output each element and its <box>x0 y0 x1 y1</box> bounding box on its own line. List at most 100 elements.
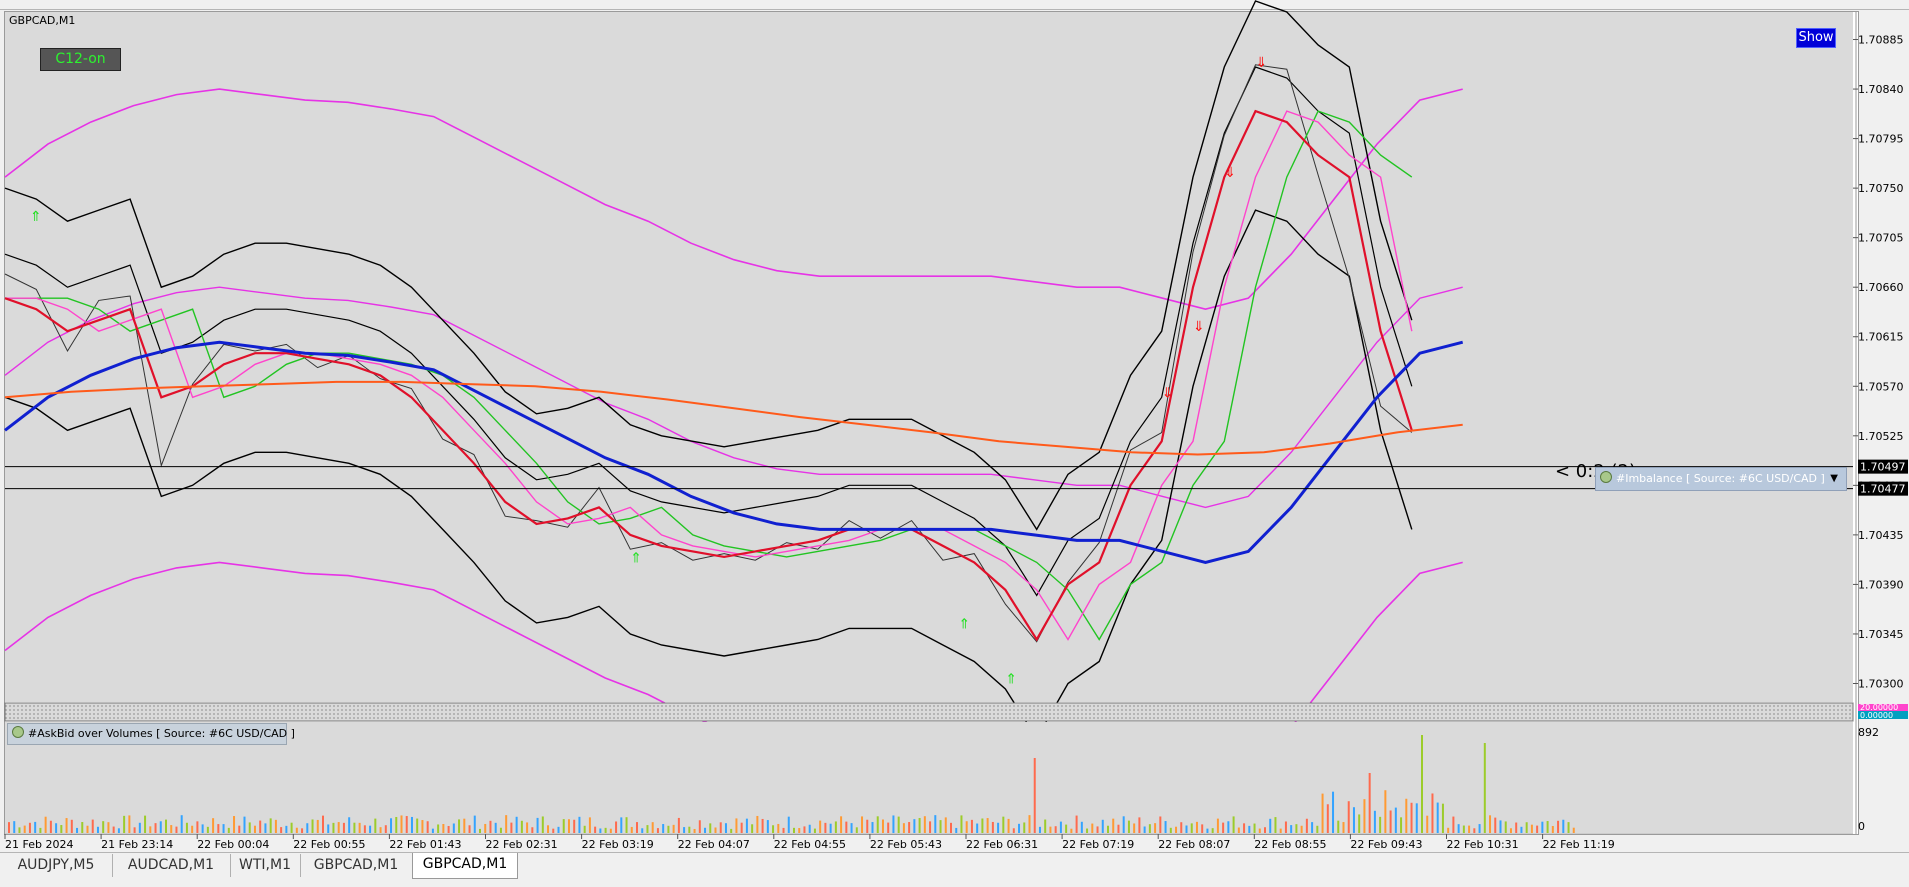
volume-bar <box>332 822 335 833</box>
volume-bar <box>923 816 926 833</box>
volume-bar <box>259 820 262 833</box>
tab-0[interactable]: AUDJPY,M5 <box>0 854 113 877</box>
volume-bar <box>756 815 759 833</box>
y-tick-label: 1.70525 <box>1858 430 1904 443</box>
volume-bar <box>1405 798 1408 833</box>
volume-bar <box>567 819 570 833</box>
c12-toggle-button[interactable]: C12-on <box>40 48 121 71</box>
volume-bar <box>1211 828 1214 833</box>
volume-bar <box>1190 823 1193 833</box>
volume-bar <box>212 818 215 833</box>
volume-bar <box>138 822 141 833</box>
sell-arrow-icon: ⇓ <box>1162 385 1174 401</box>
askbid-indicator-label[interactable]: #AskBid over Volumes [ Source: #6C USD/C… <box>7 723 295 745</box>
volume-bar <box>745 818 748 833</box>
volume-bar <box>667 825 670 833</box>
volume-bar <box>724 823 727 833</box>
volume-bar <box>34 821 37 833</box>
volume-scale-min: 0 <box>1858 820 1865 833</box>
volume-bar <box>154 823 157 833</box>
volume-bar <box>1468 825 1471 833</box>
x-tick-label: 22 Feb 04:55 <box>774 838 846 851</box>
volume-bar <box>196 821 199 833</box>
volume-bar <box>840 816 843 833</box>
x-tick-label: 22 Feb 11:19 <box>1543 838 1615 851</box>
imbalance-indicator-label[interactable]: #Imbalance [ Source: #6C USD/CAD ] ▼ <box>1595 467 1847 491</box>
volume-bar <box>1394 807 1397 833</box>
volume-bar <box>735 818 738 833</box>
tab-4-active[interactable]: GBPCAD,M1 <box>412 853 518 879</box>
price-chart[interactable]: ⇑ ⇑ ⇑ ⇑ ⇓ ⇓ ⇓ ⇓ 1.70885 1.70840 1.70795 1.70750 1.70… <box>0 0 1909 886</box>
volume-bar <box>1462 825 1465 833</box>
tab-2[interactable]: WTI,M1 <box>230 854 301 877</box>
tab-3[interactable]: GBPCAD,M1 <box>300 854 413 877</box>
volume-bar <box>133 827 136 833</box>
askbid-label-text: #AskBid over Volumes [ Source: #6C USD/C… <box>28 727 295 740</box>
volume-bar <box>1509 828 1512 833</box>
volume-bar <box>102 821 105 833</box>
volume-bar <box>390 818 393 833</box>
volume-bar <box>1368 773 1371 833</box>
tab-1[interactable]: AUDCAD,M1 <box>112 854 231 877</box>
volume-bar <box>672 824 675 833</box>
volume-bar <box>13 821 16 833</box>
volume-bar <box>285 825 288 833</box>
volume-bar <box>159 821 162 833</box>
volume-bar <box>1133 823 1136 833</box>
volume-bar <box>264 823 267 833</box>
volume-bar <box>515 816 518 833</box>
x-tick-label: 22 Feb 09:43 <box>1350 838 1422 851</box>
volume-bar <box>191 825 194 833</box>
volume-bar <box>1452 816 1455 833</box>
volume-bar <box>766 820 769 833</box>
volume-bar <box>1122 816 1125 833</box>
volume-bar <box>1253 823 1256 833</box>
dropdown-arrow-icon[interactable]: ▼ <box>1830 468 1838 490</box>
volume-bar <box>531 827 534 833</box>
volume-bar <box>494 822 497 833</box>
volume-bar <box>395 816 398 833</box>
volume-bar <box>751 824 754 833</box>
y-tick-label: 1.70840 <box>1858 83 1904 96</box>
volume-bar <box>1018 823 1021 833</box>
volume-bar <box>206 826 209 833</box>
volume-bar <box>950 822 952 833</box>
volume-bar <box>609 828 612 833</box>
volume-bar <box>233 816 236 833</box>
volume-bar <box>1499 820 1502 833</box>
volume-bar <box>651 822 654 833</box>
volume-bar <box>1070 828 1073 833</box>
volume-bar <box>269 818 272 833</box>
volume-bar <box>557 826 560 833</box>
volume-bar <box>1096 826 1099 833</box>
plot-background <box>5 12 1853 702</box>
sell-arrow-icon: ⇓ <box>1256 55 1268 71</box>
volume-bar <box>510 822 513 833</box>
volume-bar <box>222 824 225 833</box>
volume-bar <box>1431 793 1434 833</box>
volume-bar <box>1232 816 1235 833</box>
volume-bar <box>505 815 508 833</box>
volume-bar <box>547 825 550 833</box>
volume-bar <box>630 826 633 833</box>
volume-bar <box>1358 814 1361 833</box>
volume-bar <box>1410 802 1413 833</box>
volume-bar <box>1143 826 1146 833</box>
volume-bar <box>1080 821 1083 833</box>
volume-bar <box>1489 815 1492 833</box>
show-button[interactable]: Show <box>1796 28 1836 48</box>
volume-bar <box>1248 825 1251 833</box>
volume-bar <box>897 816 900 833</box>
x-tick-label: 22 Feb 02:31 <box>486 838 558 851</box>
volume-bar <box>1520 826 1523 833</box>
volume-bar <box>1206 828 1209 833</box>
volume-bar <box>819 820 822 833</box>
volume-bar <box>1426 815 1429 833</box>
volume-bar <box>620 817 623 833</box>
volume-bar <box>290 822 293 833</box>
x-tick-label: 21 Feb 23:14 <box>101 838 173 851</box>
volume-bar <box>1352 807 1355 833</box>
volume-bar <box>1321 793 1324 833</box>
volume-bar <box>845 821 848 833</box>
x-tick-label: 22 Feb 08:07 <box>1158 838 1230 851</box>
